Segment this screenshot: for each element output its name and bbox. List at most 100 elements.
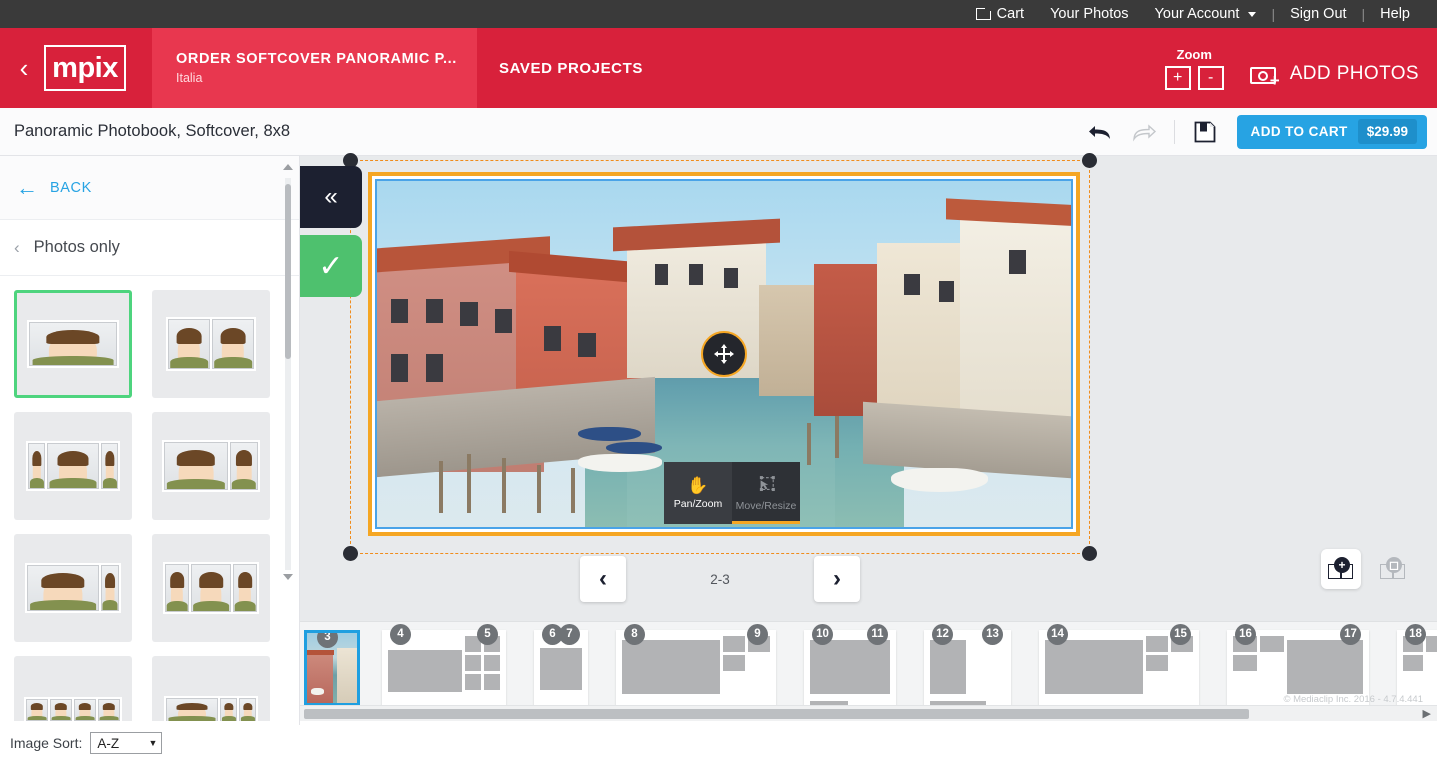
- move-resize-icon: [757, 475, 775, 496]
- resize-handle-bottom-right[interactable]: [1082, 546, 1097, 561]
- nav-help[interactable]: Help: [1367, 0, 1423, 28]
- add-page-button[interactable]: +: [1321, 549, 1361, 589]
- bottom-bar: [300, 721, 1437, 761]
- nav-sign-out[interactable]: Sign Out: [1277, 0, 1359, 28]
- layout-preview: [164, 696, 258, 721]
- top-navigation-bar: Cart Your Photos Your Account | Sign Out…: [0, 0, 1437, 28]
- filmstrip-current-page[interactable]: 3: [304, 630, 360, 706]
- sidebar-category-label: Photos only: [33, 238, 120, 256]
- page-canvas-area: « ✓ ✋ Pan/Zoom Move/Resize ‹ 2-3 › + ◻: [300, 153, 1437, 621]
- filmstrip-spread[interactable]: 45: [382, 624, 506, 706]
- filmstrip-page-number: 15: [1170, 624, 1191, 645]
- layout-photo-slot: [165, 564, 189, 612]
- redo-icon: [1132, 123, 1156, 142]
- add-photos-label: ADD PHOTOS: [1289, 63, 1419, 84]
- prev-page-button[interactable]: ‹: [580, 556, 626, 602]
- tab-saved-projects[interactable]: SAVED PROJECTS: [499, 60, 643, 77]
- sidebar-back-button[interactable]: ← BACK: [0, 156, 299, 220]
- filmstrip-photo-slot: [540, 648, 582, 690]
- layout-photo-slot: [74, 699, 96, 721]
- filmstrip-page-number: 10: [812, 624, 833, 645]
- resize-handle-bottom-left[interactable]: [343, 546, 358, 561]
- layout-thumbnail[interactable]: [14, 534, 132, 642]
- filmstrip-page-number: 11: [867, 624, 888, 645]
- layout-photo-slot: [26, 699, 48, 721]
- layout-photo-slot: [239, 698, 256, 721]
- layout-photo-slot: [98, 699, 120, 721]
- scrollbar-thumb[interactable]: [285, 184, 291, 359]
- add-photos-button[interactable]: + ADD PHOTOS: [1249, 63, 1419, 89]
- filmstrip-spread[interactable]: 14 15: [1039, 624, 1199, 706]
- undo-button[interactable]: [1078, 112, 1122, 152]
- layout-thumbnail[interactable]: [152, 290, 270, 398]
- filmstrip-page-number: 8: [624, 624, 645, 645]
- filmstrip-photo-slot: [810, 640, 890, 694]
- next-page-button[interactable]: ›: [813, 556, 860, 602]
- move-resize-tab[interactable]: Move/Resize: [732, 462, 800, 524]
- layout-thumbnail[interactable]: [14, 412, 132, 520]
- filmstrip-spread[interactable]: 10 11: [804, 624, 896, 721]
- filmstrip-photo-slot: [1146, 655, 1168, 671]
- filmstrip-photo-slot: [484, 674, 500, 690]
- add-to-cart-button[interactable]: ADD TO CART $29.99: [1236, 114, 1427, 149]
- filmstrip-photo-slot: [1426, 636, 1437, 652]
- selected-photo-frame[interactable]: ✋ Pan/Zoom Move/Resize: [368, 172, 1080, 536]
- image-sort-select[interactable]: A-Z ▼: [90, 732, 163, 754]
- nav-your-photos[interactable]: Your Photos: [1037, 0, 1141, 28]
- filmstrip-photo-slot: [723, 636, 745, 652]
- layout-thumbnail[interactable]: [152, 656, 270, 721]
- layout-photo-slot: [230, 442, 258, 490]
- page-filmstrip[interactable]: 345678910111213141516171819 © Mediaclip …: [300, 621, 1437, 721]
- pan-zoom-label: Pan/Zoom: [673, 497, 723, 510]
- arrow-left-icon: ←: [16, 174, 38, 200]
- filmstrip-spread[interactable]: 67: [534, 624, 588, 721]
- header-right-controls: Zoom + - + ADD PHOTOS: [1164, 47, 1437, 90]
- triangle-down-icon[interactable]: [283, 574, 293, 584]
- pan-zoom-tab[interactable]: ✋ Pan/Zoom: [664, 462, 732, 524]
- filmstrip-page-number: 9: [747, 624, 768, 645]
- filmstrip-spread[interactable]: 12 13: [924, 624, 1011, 721]
- chevron-left-icon: ‹: [14, 237, 20, 257]
- save-button[interactable]: [1183, 112, 1227, 152]
- sidebar-scrollbar[interactable]: [283, 164, 293, 584]
- header-back-icon[interactable]: ‹: [0, 28, 40, 108]
- delete-page-button[interactable]: ◻: [1373, 549, 1413, 589]
- filmstrip-page-number: 18: [1405, 624, 1426, 645]
- tab-current-order[interactable]: ORDER SOFTCOVER PANORAMIC P... Italia: [152, 28, 477, 108]
- nav-cart-label: Cart: [996, 6, 1025, 22]
- nav-separator-1: |: [1271, 6, 1276, 22]
- filmstrip-scrollbar[interactable]: ▶: [300, 705, 1437, 721]
- layout-thumbnail[interactable]: [152, 534, 270, 642]
- page-indicator: 2-3: [710, 571, 730, 587]
- triangle-up-icon[interactable]: [283, 164, 293, 174]
- camera-plus-icon: +: [1249, 63, 1280, 89]
- mpix-logo[interactable]: mpix: [44, 45, 126, 91]
- sidebar-category-row[interactable]: ‹ Photos only: [0, 220, 299, 276]
- filmstrip-page-number: 16: [1235, 624, 1256, 645]
- layout-thumbnail[interactable]: [152, 412, 270, 520]
- photo-image[interactable]: ✋ Pan/Zoom Move/Resize: [375, 179, 1073, 529]
- brand-header: ‹ mpix ORDER SOFTCOVER PANORAMIC P... It…: [0, 28, 1437, 108]
- nav-your-account[interactable]: Your Account: [1142, 0, 1270, 28]
- filmstrip-spread[interactable]: 3: [304, 630, 360, 706]
- collapse-sidebar-button[interactable]: «: [300, 166, 362, 228]
- image-sort-row: Image Sort: A-Z ▼: [0, 725, 300, 761]
- zoom-out-button[interactable]: -: [1197, 65, 1224, 90]
- triangle-right-icon[interactable]: ▶: [1423, 707, 1431, 720]
- layout-preview: [163, 562, 259, 614]
- move-handle[interactable]: [701, 331, 747, 377]
- filmstrip-spread[interactable]: 89: [616, 624, 776, 706]
- layout-photo-slot: [164, 442, 228, 490]
- resize-handle-top-right[interactable]: [1082, 153, 1097, 168]
- redo-button[interactable]: [1122, 112, 1166, 152]
- layout-preview: [25, 563, 121, 613]
- layout-thumbnail[interactable]: [14, 656, 132, 721]
- filmstrip-photo-slot: [1146, 636, 1168, 652]
- filmstrip-scrollbar-thumb[interactable]: [304, 709, 1249, 719]
- nav-cart[interactable]: Cart: [962, 0, 1037, 28]
- filmstrip-photo-slot: [465, 674, 481, 690]
- layout-thumbnail[interactable]: [14, 290, 132, 398]
- zoom-in-button[interactable]: +: [1164, 65, 1191, 90]
- confirm-edit-button[interactable]: ✓: [300, 235, 362, 297]
- photobook-editor-app: Cart Your Photos Your Account | Sign Out…: [0, 0, 1437, 761]
